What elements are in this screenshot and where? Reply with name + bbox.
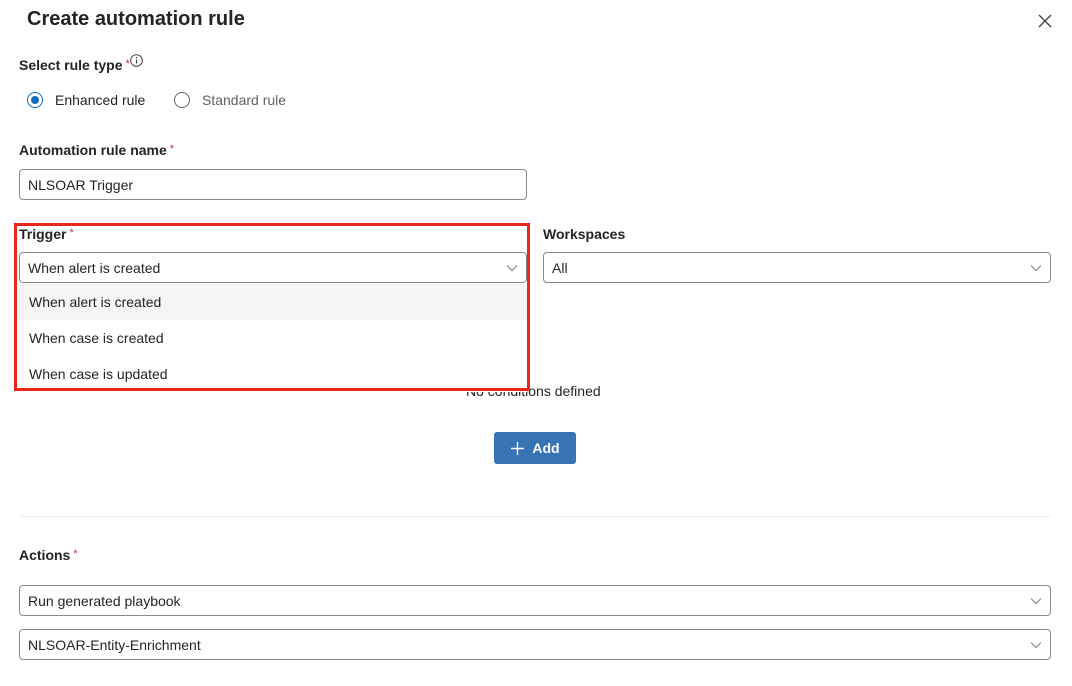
radio-standard-rule[interactable]: Standard rule [174,92,286,108]
radio-enhanced-rule[interactable]: Enhanced rule [27,92,145,108]
required-mark: * [169,143,175,155]
action-type-value: Run generated playbook [28,592,181,609]
section-divider [19,516,1051,517]
plus-icon [511,441,525,455]
add-condition-button[interactable]: Add [494,432,576,464]
dialog-title: Create automation rule [27,8,245,30]
trigger-selected-value: When alert is created [28,259,161,276]
trigger-option-alert-created[interactable]: When alert is created [19,284,527,320]
radio-standard-label: Standard rule [202,92,287,108]
rule-type-label: Select rule type * [19,57,130,73]
trigger-dropdown[interactable]: When alert is created [19,252,527,283]
actions-label: Actions * [19,547,78,563]
chevron-down-icon [1030,641,1042,648]
workspaces-label: Workspaces [543,226,626,242]
radio-checked-icon [27,92,43,108]
radio-unchecked-icon [174,92,190,108]
radio-enhanced-label: Enhanced rule [55,92,146,108]
trigger-dropdown-menu: When alert is created When case is creat… [19,284,527,392]
action-type-dropdown[interactable]: Run generated playbook [19,585,1051,616]
workspaces-selected-value: All [552,259,568,276]
add-button-label: Add [532,440,560,456]
chevron-down-icon [1030,264,1042,271]
required-mark: * [69,227,74,239]
playbook-dropdown[interactable]: NLSOAR-Entity-Enrichment [19,629,1051,660]
close-icon[interactable] [1036,12,1054,30]
trigger-option-case-updated[interactable]: When case is updated [19,356,527,392]
rule-name-input[interactable]: NLSOAR Trigger [19,169,527,200]
trigger-option-case-created[interactable]: When case is created [19,320,527,356]
chevron-down-icon [1030,597,1042,604]
chevron-down-icon [506,264,518,271]
trigger-label: Trigger * [19,226,74,242]
info-icon[interactable] [130,54,143,67]
required-mark: * [73,548,78,560]
playbook-value: NLSOAR-Entity-Enrichment [28,636,201,653]
rule-name-label: Automation rule name * [19,142,175,158]
workspaces-dropdown[interactable]: All [543,252,1051,283]
